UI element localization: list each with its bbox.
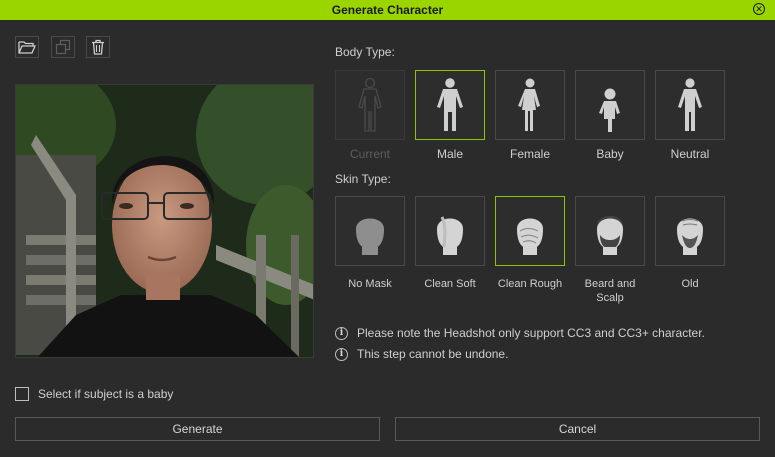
skin-option-no-mask[interactable] [335,196,405,266]
body-option-current [335,70,405,140]
body-option-baby-label: Baby [596,147,624,161]
skin-option-old[interactable] [655,196,725,266]
skin-type-label: Skin Type: [335,172,391,186]
note-cannot-undo-text: This step cannot be undone. [357,347,509,361]
copy-icon [55,39,71,55]
beard-head-icon [597,216,623,255]
neutral-body-icon [678,78,702,131]
delete-button[interactable] [86,36,110,58]
body-option-male-label: Male [436,147,463,161]
skin-option-no-mask-label: No Mask [348,278,392,290]
open-photo-button[interactable] [15,36,39,58]
male-body-icon [437,78,463,131]
body-option-neutral-label: Neutral [670,147,710,161]
skin-option-clean-soft[interactable] [415,196,485,266]
skin-option-clean-soft-label: Clean Soft [424,278,476,290]
body-type-label: Body Type: [335,45,395,59]
clean-soft-head-icon [437,216,463,255]
body-option-neutral[interactable] [655,70,725,140]
folder-open-icon [18,41,36,54]
body-option-female[interactable] [495,70,565,140]
copy-button[interactable] [51,36,75,58]
body-silhouette-icon [358,77,382,132]
body-option-female-label: Female [509,147,550,161]
skin-option-clean-rough[interactable] [495,196,565,266]
note-cannot-undo: i This step cannot be undone. [335,347,508,361]
window-title: Generate Character [331,3,444,17]
close-icon[interactable]: ✕ [753,3,765,15]
no-mask-head-icon [356,218,384,255]
headshot-photo [15,84,314,358]
note-cc3-support: i Please note the Headshot only support … [335,326,705,340]
generate-button[interactable]: Generate [15,417,380,441]
baby-body-icon [599,88,620,132]
female-body-icon [518,78,540,131]
body-option-baby[interactable] [575,70,645,140]
cancel-button[interactable]: Cancel [395,417,760,441]
skin-option-beard-and-scalp-label: Beard and Scalp [584,278,636,304]
title-bar: Generate Character ✕ [0,0,775,20]
skin-option-old-label: Old [681,278,699,290]
info-icon: i [335,347,348,361]
skin-option-beard-and-scalp[interactable] [575,196,645,266]
old-head-icon [677,218,703,255]
note-cc3-support-text: Please note the Headshot only support CC… [357,326,705,340]
info-icon: i [335,326,348,340]
body-option-male[interactable] [415,70,485,140]
body-option-current-label: Current [349,147,390,161]
trash-icon [92,39,104,55]
clean-rough-head-icon [517,218,543,255]
baby-checkbox-label[interactable]: Select if subject is a baby [38,387,173,401]
baby-checkbox[interactable] [15,387,29,401]
skin-option-clean-rough-label: Clean Rough [497,278,563,290]
